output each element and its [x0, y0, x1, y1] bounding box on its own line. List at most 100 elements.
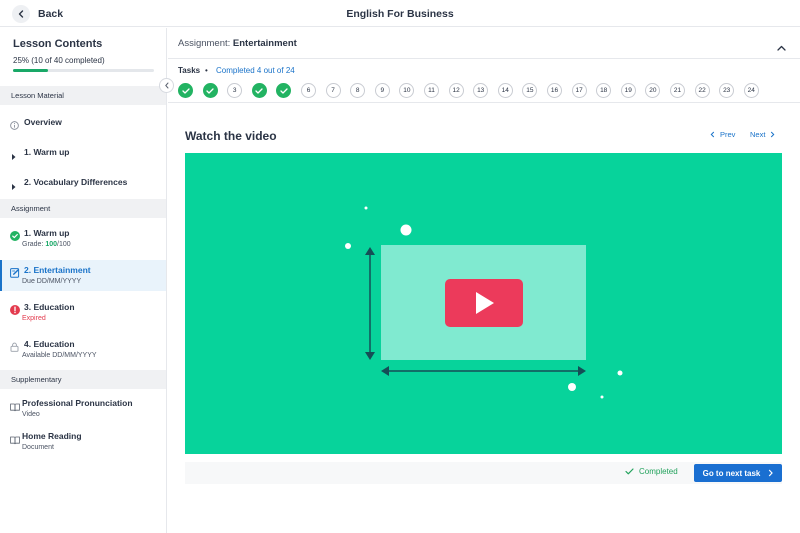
- section-assignment: Assignment: [0, 199, 166, 218]
- next-button[interactable]: Next: [750, 130, 775, 139]
- sidebar: Lesson Contents 25% (10 of 40 completed)…: [0, 28, 167, 533]
- task-number: 14: [501, 87, 509, 94]
- sidebar-item-label: Home Reading: [22, 431, 82, 441]
- check-icon: [255, 87, 263, 94]
- sidebar-item-assignment-education-locked[interactable]: 4. Education Available DD/MM/YYYY: [0, 335, 166, 365]
- check-icon: [206, 87, 214, 94]
- completed-status: Completed: [625, 467, 678, 476]
- collapse-assignment-button[interactable]: [777, 38, 786, 56]
- decor-dot: [600, 395, 604, 399]
- task-6[interactable]: 6: [301, 83, 316, 98]
- book-icon: [10, 432, 20, 445]
- alert-icon: [10, 302, 20, 315]
- prev-button[interactable]: Prev: [710, 130, 735, 139]
- task-20[interactable]: 20: [645, 83, 661, 98]
- task-3[interactable]: 3: [227, 83, 243, 98]
- task-number: 8: [355, 87, 360, 94]
- check-icon: [280, 87, 288, 94]
- sidebar-item-assignment-education-expired[interactable]: 3. Education Expired: [0, 298, 166, 328]
- task-11[interactable]: 11: [424, 83, 439, 98]
- tasks-completed-text: Completed 4 out of 24: [216, 66, 295, 75]
- sidebar-item-label: 3. Education: [24, 302, 75, 312]
- task-16[interactable]: 16: [547, 83, 562, 98]
- collapse-sidebar-button[interactable]: [159, 78, 174, 93]
- go-to-next-task-button[interactable]: Go to next task: [694, 464, 782, 482]
- grade-value: 100: [45, 241, 58, 248]
- info-icon: [10, 117, 19, 130]
- task-17[interactable]: 17: [571, 83, 587, 98]
- grade-prefix: Grade:: [22, 241, 46, 248]
- assignment-name: Entertainment: [232, 38, 297, 49]
- sidebar-item-home-reading[interactable]: Home Reading Document: [0, 428, 166, 456]
- check-icon: [625, 468, 634, 475]
- check-icon: [181, 87, 190, 94]
- sidebar-item-professional-pronunciation[interactable]: Professional Pronunciation Video: [0, 395, 166, 423]
- decor-dot: [617, 370, 623, 376]
- task-number: 17: [575, 87, 583, 94]
- sidebar-item-warm-up[interactable]: 1. Warm up: [0, 142, 166, 164]
- top-bar: Back English For Business: [0, 0, 800, 27]
- play-icon[interactable]: [445, 279, 523, 327]
- task-12[interactable]: 12: [448, 83, 464, 98]
- task-7[interactable]: 7: [325, 83, 341, 98]
- completed-label: Completed: [639, 467, 678, 476]
- task-14[interactable]: 14: [497, 83, 513, 98]
- width-arrow: [381, 366, 586, 376]
- chevron-left-icon: [164, 82, 168, 89]
- assignment-header: Assignment: Entertainment: [168, 28, 800, 59]
- assignment-title: Assignment: Entertainment: [178, 38, 297, 49]
- task-1[interactable]: [178, 83, 193, 98]
- decor-dot: [568, 383, 576, 391]
- sidebar-item-label: 1. Warm up: [24, 147, 70, 157]
- task-2[interactable]: [202, 83, 218, 98]
- task-number: 13: [477, 87, 485, 94]
- chevron-right-icon: [11, 178, 20, 190]
- task-19[interactable]: 19: [620, 83, 636, 98]
- video-illustration: [345, 206, 623, 399]
- decor-dot: [345, 243, 351, 249]
- decor-dot: [400, 224, 412, 236]
- sidebar-item-label: Overview: [24, 117, 62, 127]
- height-arrow: [365, 247, 375, 360]
- edit-icon: [10, 265, 20, 278]
- next-task-label: Go to next task: [702, 468, 761, 478]
- task-number: 15: [526, 87, 534, 94]
- sidebar-item-assignment-entertainment[interactable]: 2. Entertainment Due DD/MM/YYYY: [0, 260, 166, 291]
- content-title: Watch the video: [185, 129, 277, 143]
- sidebar-item-label: 2. Entertainment: [24, 265, 91, 275]
- sidebar-item-assignment-warm-up[interactable]: 1. Warm up Grade: 100/100: [0, 224, 166, 254]
- task-number: 10: [403, 87, 411, 94]
- task-24[interactable]: 24: [743, 83, 759, 98]
- task-number: 12: [452, 87, 460, 94]
- task-number: 11: [428, 87, 435, 94]
- task-10[interactable]: 10: [399, 83, 415, 98]
- task-9[interactable]: 9: [374, 83, 390, 98]
- video-player[interactable]: [185, 153, 782, 454]
- lesson-contents-heading: Lesson Contents: [13, 38, 103, 50]
- task-number: 22: [698, 87, 706, 94]
- task-23[interactable]: 23: [719, 83, 735, 98]
- task-18[interactable]: 18: [596, 83, 612, 98]
- sidebar-item-vocabulary-differences[interactable]: 2. Vocabulary Differences: [0, 172, 166, 194]
- task-13[interactable]: 13: [473, 83, 489, 98]
- task-15[interactable]: 15: [522, 83, 538, 98]
- task-number: 21: [673, 87, 682, 94]
- task-number: 3: [232, 87, 237, 94]
- sidebar-item-overview[interactable]: Overview: [0, 112, 166, 134]
- task-5[interactable]: [276, 83, 292, 98]
- book-icon: [10, 399, 20, 412]
- chevron-up-icon: [777, 45, 786, 51]
- task-content: Watch the video Prev Next Completed Go t…: [168, 103, 800, 533]
- task-number: 23: [723, 87, 731, 94]
- chevron-left-icon: [710, 131, 715, 138]
- task-22[interactable]: 22: [694, 83, 710, 98]
- tasks-panel: Tasks • Completed 4 out of 24 3 6 7 8 9 10 11 1…: [168, 59, 800, 103]
- task-4[interactable]: [251, 83, 267, 98]
- task-21[interactable]: 21: [670, 83, 685, 98]
- section-lesson-material: Lesson Material: [0, 86, 166, 105]
- main-panel: Assignment: Entertainment Tasks • Comple…: [168, 28, 800, 533]
- page-title: English For Business: [346, 8, 454, 20]
- assignment-prefix: Assignment:: [178, 38, 233, 49]
- task-number: 6: [306, 87, 311, 94]
- task-8[interactable]: 8: [350, 83, 366, 98]
